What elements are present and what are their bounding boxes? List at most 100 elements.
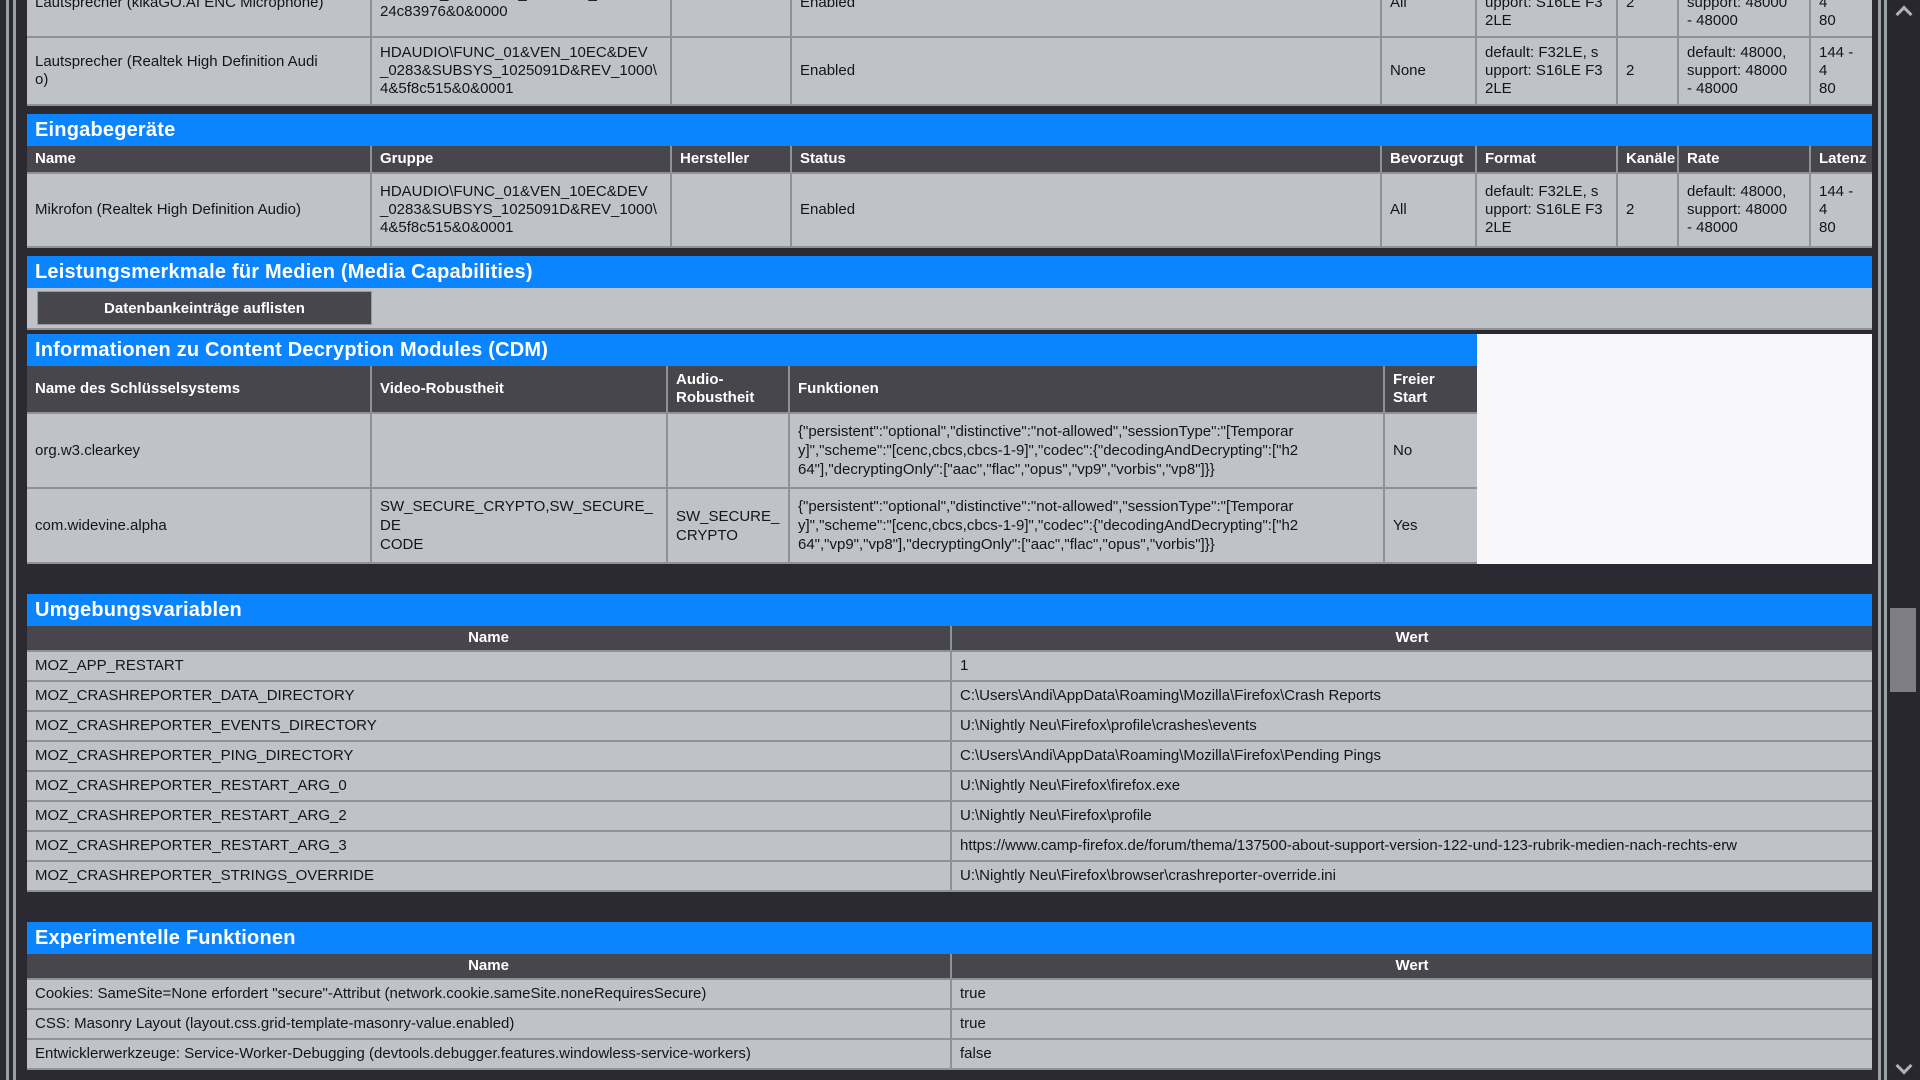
environment-variables-table: Name Wert MOZ_APP_RESTART 1 MOZ_CRASHREP… — [27, 626, 1872, 892]
cell-device-latency: 144 - 4 80 — [1811, 38, 1872, 106]
cell-key-system: org.w3.clearkey — [27, 414, 372, 489]
cell-device-vendor — [672, 0, 792, 38]
cell-device-state: Enabled — [792, 38, 1382, 106]
cell-env-value: U:\Nightly Neu\Firefox\browser\crashrepo… — [952, 862, 1872, 892]
cell-env-name: MOZ_APP_RESTART — [27, 652, 952, 682]
column-header-video-robustness: Video-Robustheit — [372, 366, 668, 414]
cell-device-preferred: All — [1382, 0, 1477, 38]
cell-device-channels: 2 — [1618, 38, 1679, 106]
column-header-rate: Rate — [1679, 146, 1811, 174]
page-white-background — [1477, 334, 1872, 564]
cell-feature-name: Cookies: SameSite=None erfordert "secure… — [27, 980, 952, 1010]
cell-capabilities: {"persistent":"optional","distinctive":"… — [790, 414, 1385, 489]
cell-env-name: MOZ_CRASHREPORTER_EVENTS_DIRECTORY — [27, 712, 952, 742]
scrollbar-thumb[interactable] — [1890, 608, 1916, 692]
cell-clear-lead: No — [1385, 414, 1477, 489]
cdm-table: Name des Schlüsselsystems Video-Robusthe… — [27, 366, 1477, 564]
window-frame-line — [13, 0, 16, 1080]
cdm-section: Informationen zu Content Decryption Modu… — [27, 334, 1477, 564]
cell-env-name: MOZ_CRASHREPORTER_STRINGS_OVERRIDE — [27, 862, 952, 892]
column-header-name: Name — [27, 626, 952, 652]
section-header-input-devices: Eingabegeräte — [27, 114, 1872, 146]
cell-device-latency: 144 - 4 80 — [1811, 174, 1872, 248]
cell-device-format: default: F32LE, s upport: S16LE F3 2LE — [1477, 174, 1618, 248]
section-header-media-capabilities: Leistungsmerkmale für Medien (Media Capa… — [27, 256, 1872, 288]
cell-device-name: Mikrofon (Realtek High Definition Audio) — [27, 174, 372, 248]
cell-audio-robustness: SW_SECURE_ CRYPTO — [668, 489, 790, 564]
cell-key-system: com.widevine.alpha — [27, 489, 372, 564]
section-title: Informationen zu Content Decryption Modu… — [35, 339, 548, 362]
cell-device-state: Enabled — [792, 174, 1382, 248]
cell-device-state: Enabled — [792, 0, 1382, 38]
section-header-cdm: Informationen zu Content Decryption Modu… — [27, 334, 1477, 366]
scroll-up-icon[interactable] — [1896, 6, 1913, 23]
column-header-value: Wert — [952, 626, 1872, 652]
cell-capabilities: {"persistent":"optional","distinctive":"… — [790, 489, 1385, 564]
window-frame-line — [6, 0, 9, 1080]
column-header-clear-lead: Freier Start — [1385, 366, 1477, 414]
cell-device-group: USB\VID_040B&PID_340A&MI_00\7& 24c83976&… — [372, 0, 672, 38]
column-header-group: Gruppe — [372, 146, 672, 174]
cell-device-group: HDAUDIO\FUNC_01&VEN_10EC&DEV _0283&SUBSY… — [372, 174, 672, 248]
cell-video-robustness — [372, 414, 668, 489]
cell-env-name: MOZ_CRASHREPORTER_RESTART_ARG_0 — [27, 772, 952, 802]
cell-feature-value: true — [952, 1010, 1872, 1040]
cell-device-preferred: All — [1382, 174, 1477, 248]
cell-env-name: MOZ_CRASHREPORTER_DATA_DIRECTORY — [27, 682, 952, 712]
column-header-preferred: Bevorzugt — [1382, 146, 1477, 174]
cell-env-name: MOZ_CRASHREPORTER_RESTART_ARG_2 — [27, 802, 952, 832]
cell-feature-value: false — [952, 1040, 1872, 1070]
cell-device-format: default: F32LE, s upport: S16LE F3 2LE — [1477, 38, 1618, 106]
cell-audio-robustness — [668, 414, 790, 489]
column-header-latency: Latenz — [1811, 146, 1872, 174]
cell-env-name: MOZ_CRASHREPORTER_RESTART_ARG_3 — [27, 832, 952, 862]
cell-device-format: default: F32LE, s upport: S16LE F3 2LE — [1477, 0, 1618, 38]
cell-env-value: https://www.camp-firefox.de/forum/thema/… — [952, 832, 1872, 862]
column-header-vendor: Hersteller — [672, 146, 792, 174]
cell-device-rate: default: 48000, support: 48000 - 48000 — [1679, 0, 1811, 38]
cell-env-value: U:\Nightly Neu\Firefox\profile\crashes\e… — [952, 712, 1872, 742]
scroll-down-icon[interactable] — [1896, 1058, 1913, 1075]
cell-device-name: Lautsprecher (kikaGO.AI ENC Microphone) — [27, 0, 372, 38]
media-capabilities-row: Datenbankeinträge auflisten — [27, 288, 1872, 330]
section-header-experimental-features: Experimentelle Funktionen — [27, 922, 1872, 954]
column-header-state: Status — [792, 146, 1382, 174]
column-header-key-system: Name des Schlüsselsystems — [27, 366, 372, 414]
section-title: Experimentelle Funktionen — [35, 927, 296, 950]
section-header-environment-variables: Umgebungsvariablen — [27, 594, 1872, 626]
cell-env-name: MOZ_CRASHREPORTER_PING_DIRECTORY — [27, 742, 952, 772]
experimental-features-table: Name Wert Cookies: SameSite=None erforde… — [27, 954, 1872, 1070]
column-header-audio-robustness: Audio- Robustheit — [668, 366, 790, 414]
cell-feature-name: CSS: Masonry Layout (layout.css.grid-tem… — [27, 1010, 952, 1040]
column-header-channels: Kanäle — [1618, 146, 1679, 174]
cell-device-channels: 2 — [1618, 0, 1679, 38]
cell-device-channels: 2 — [1618, 174, 1679, 248]
cell-env-value: 1 — [952, 652, 1872, 682]
vertical-scrollbar[interactable] — [1887, 0, 1920, 1080]
cell-feature-value: true — [952, 980, 1872, 1010]
cell-env-value: C:\Users\Andi\AppData\Roaming\Mozilla\Fi… — [952, 742, 1872, 772]
cell-device-vendor — [672, 174, 792, 248]
cell-device-rate: default: 48000, support: 48000 - 48000 — [1679, 38, 1811, 106]
about-support-media-content: Lautsprecher (kikaGO.AI ENC Microphone) … — [27, 0, 1872, 1070]
section-title: Umgebungsvariablen — [35, 599, 242, 622]
cell-video-robustness: SW_SECURE_CRYPTO,SW_SECURE_DE CODE — [372, 489, 668, 564]
section-title: Leistungsmerkmale für Medien (Media Capa… — [35, 261, 533, 284]
list-database-entries-button[interactable]: Datenbankeinträge auflisten — [37, 291, 372, 325]
column-header-capabilities: Funktionen — [790, 366, 1385, 414]
cell-device-name: Lautsprecher (Realtek High Definition Au… — [27, 38, 372, 106]
cell-env-value: C:\Users\Andi\AppData\Roaming\Mozilla\Fi… — [952, 682, 1872, 712]
cell-device-group: HDAUDIO\FUNC_01&VEN_10EC&DEV _0283&SUBSY… — [372, 38, 672, 106]
cell-env-value: U:\Nightly Neu\Firefox\profile — [952, 802, 1872, 832]
column-header-format: Format — [1477, 146, 1618, 174]
cell-device-rate: default: 48000, support: 48000 - 48000 — [1679, 174, 1811, 248]
cell-device-preferred: None — [1382, 38, 1477, 106]
cell-device-vendor — [672, 38, 792, 106]
audio-output-table: Lautsprecher (kikaGO.AI ENC Microphone) … — [27, 0, 1872, 106]
cell-feature-name: Entwicklerwerkzeuge: Service-Worker-Debu… — [27, 1040, 952, 1070]
cell-device-latency: 144 - 4 80 — [1811, 0, 1872, 38]
window-frame-line — [1878, 0, 1881, 1080]
input-devices-table: Name Gruppe Hersteller Status Bevorzugt … — [27, 146, 1872, 248]
column-header-name: Name — [27, 954, 952, 980]
column-header-name: Name — [27, 146, 372, 174]
